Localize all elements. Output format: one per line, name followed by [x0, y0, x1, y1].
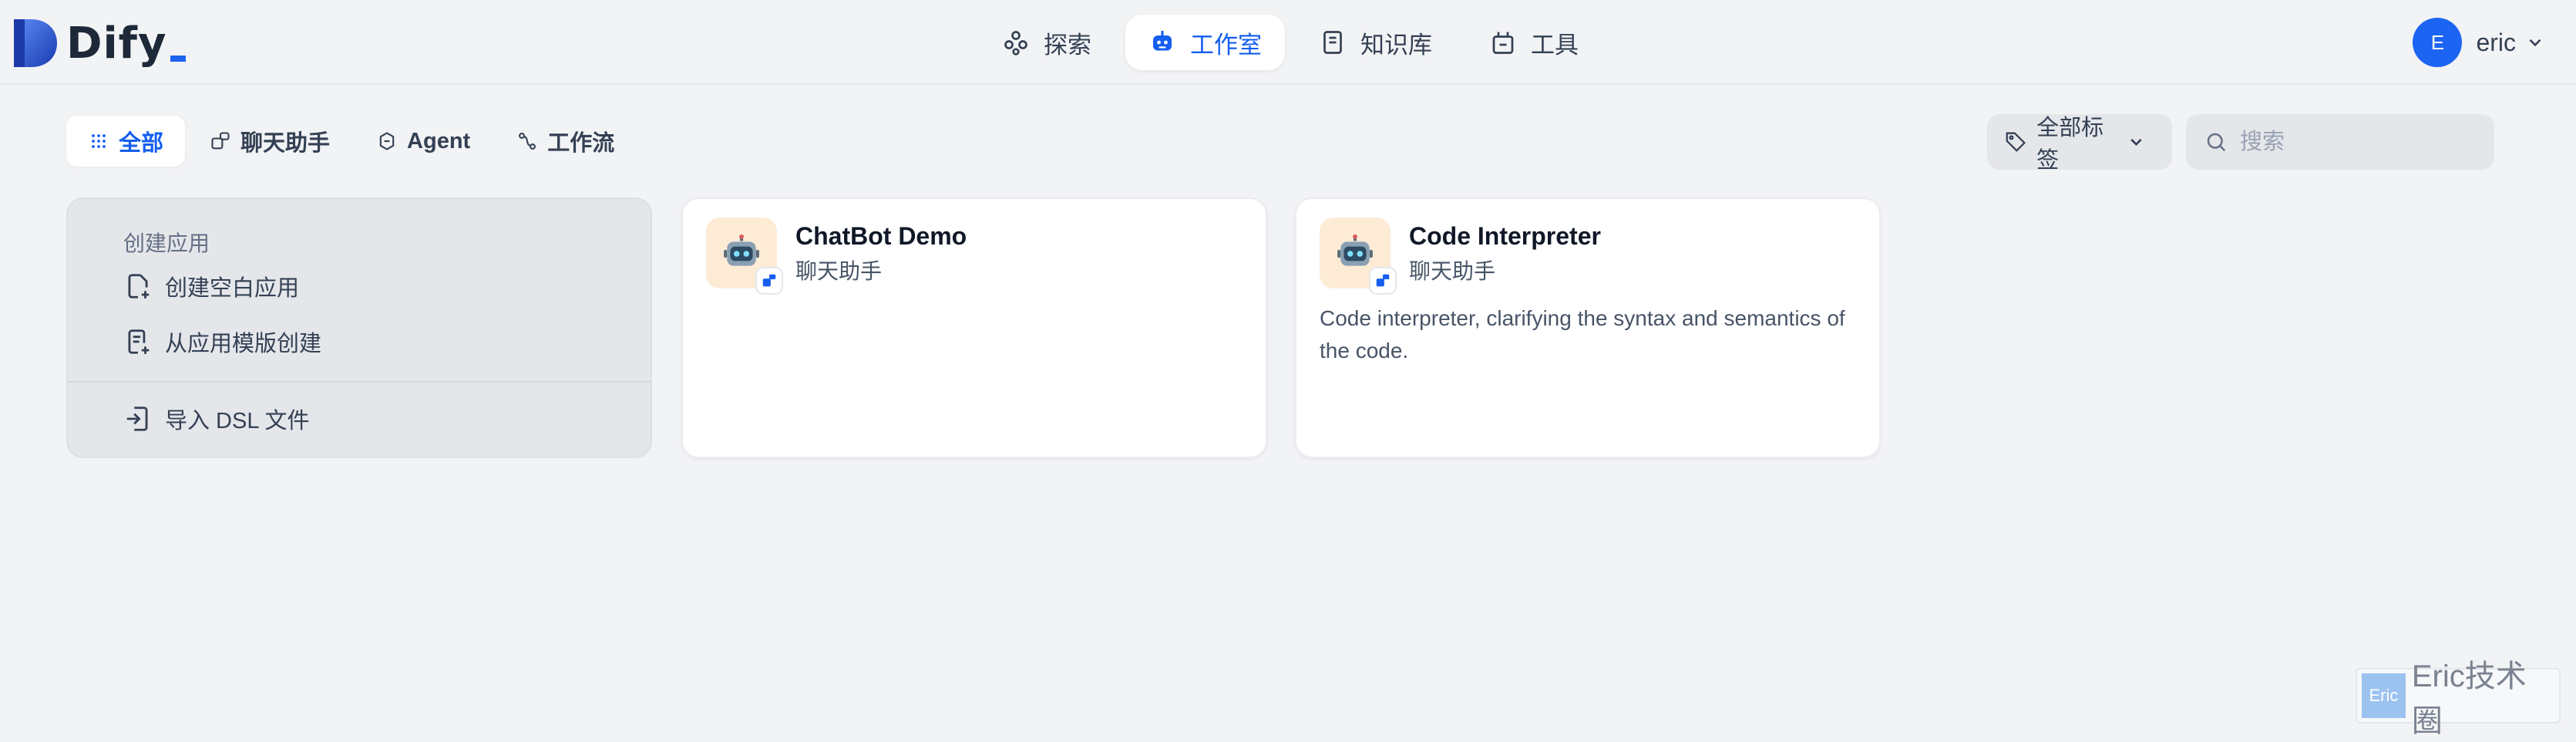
tag-filter-label: 全部标签 — [2036, 116, 2104, 173]
app-name: Code Interpreter — [1409, 222, 1601, 250]
user-name: eric — [2476, 28, 2516, 56]
chat-assistant-icon — [211, 132, 230, 150]
chat-assistant-icon — [762, 274, 776, 287]
app-card-chatbot-demo[interactable]: ChatBot Demo 聊天助手 — [681, 197, 1267, 458]
tab-chatbot[interactable]: 聊天助手 — [188, 116, 351, 167]
agent-icon — [379, 132, 395, 150]
nav-explore-label: 探索 — [1044, 31, 1091, 59]
create-from-template-button[interactable]: 从应用模版创建 — [123, 325, 321, 358]
nav-tools[interactable]: 工具 — [1466, 15, 1602, 70]
nav-knowledge-label: 知识库 — [1360, 31, 1432, 59]
nav-tools-label: 工具 — [1531, 31, 1579, 59]
search-icon — [2207, 133, 2226, 152]
app-type: 聊天助手 — [1409, 259, 1496, 283]
search-box — [2186, 114, 2494, 170]
tab-all[interactable]: 全部 — [66, 116, 186, 167]
nav-knowledge[interactable]: 知识库 — [1296, 15, 1455, 70]
main-nav: 探索 工作室 知识库 工具 — [979, 14, 1613, 71]
avatar: E — [2413, 18, 2463, 67]
tag-filter-dropdown[interactable]: 全部标签 — [1987, 114, 2172, 173]
brand-cursor — [170, 56, 186, 62]
watermark-badge: Eric — [2362, 673, 2406, 718]
watermark: Eric Eric技术圈 — [2356, 659, 2561, 738]
book-icon — [1323, 31, 1342, 54]
app-type-tabs: 全部 聊天助手 Agent 工作流 — [66, 116, 639, 167]
brand-name: Dify — [66, 18, 167, 69]
workflow-icon — [519, 133, 536, 150]
chevron-down-icon — [2130, 138, 2142, 147]
chat-assistant-icon — [1376, 274, 1390, 287]
nav-studio[interactable]: 工作室 — [1125, 15, 1285, 70]
watermark-text: Eric技术圈 — [2411, 659, 2527, 738]
tab-agent[interactable]: Agent — [355, 116, 492, 167]
new-file-icon — [128, 274, 150, 298]
create-app-title: 创建应用 — [123, 231, 210, 255]
create-blank-app-button[interactable]: 创建空白应用 — [123, 270, 299, 302]
tag-icon — [2006, 132, 2026, 152]
template-icon — [128, 329, 150, 354]
divider — [68, 381, 651, 383]
nav-explore[interactable]: 探索 — [979, 15, 1115, 70]
app-card-code-interpreter[interactable]: Code Interpreter 聊天助手 Code interpreter, … — [1295, 197, 1881, 458]
app-type: 聊天助手 — [795, 259, 883, 283]
import-dsl-label: 导入 DSL 文件 — [165, 409, 310, 433]
search-input[interactable] — [2240, 129, 2471, 155]
robot-icon — [1153, 31, 1172, 51]
grid-icon — [92, 134, 106, 148]
app-type-badge — [1369, 267, 1397, 295]
app-name: ChatBot Demo — [795, 222, 967, 250]
create-app-card: 创建应用 创建空白应用 从应用模版创建 导入 DSL 文件 — [66, 197, 652, 458]
tab-chatbot-label: 聊天助手 — [240, 131, 331, 156]
nav-studio-label: 工作室 — [1190, 31, 1262, 59]
user-menu[interactable]: E eric — [2413, 17, 2545, 68]
create-from-template-label: 从应用模版创建 — [165, 332, 322, 356]
app-description: Code interpreter, clarifying the syntax … — [1320, 306, 1845, 363]
import-file-icon — [126, 406, 148, 431]
robot-emoji-icon — [1337, 234, 1373, 266]
tools-icon — [1492, 32, 1514, 54]
tab-workflow-label: 工作流 — [547, 131, 615, 156]
dify-logo[interactable]: Dify — [12, 17, 186, 69]
dify-logo-icon — [14, 19, 57, 67]
import-dsl-button[interactable]: 导入 DSL 文件 — [123, 403, 309, 435]
tab-agent-label: Agent — [407, 128, 471, 153]
explore-icon — [1004, 31, 1027, 56]
top-header: Dify 探索 工作室 知识库 工具 E eric — [0, 0, 2576, 85]
app-type-badge — [755, 267, 783, 295]
tab-workflow[interactable]: 工作流 — [495, 116, 636, 167]
tab-all-label: 全部 — [119, 131, 164, 156]
create-blank-app-label: 创建空白应用 — [165, 276, 300, 301]
robot-emoji-icon — [724, 234, 759, 266]
chevron-down-icon — [2529, 39, 2541, 47]
